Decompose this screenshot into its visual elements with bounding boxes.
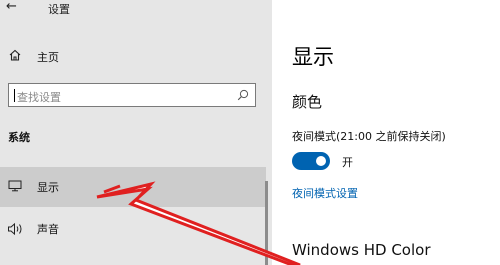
annotation-arrow	[96, 181, 301, 265]
